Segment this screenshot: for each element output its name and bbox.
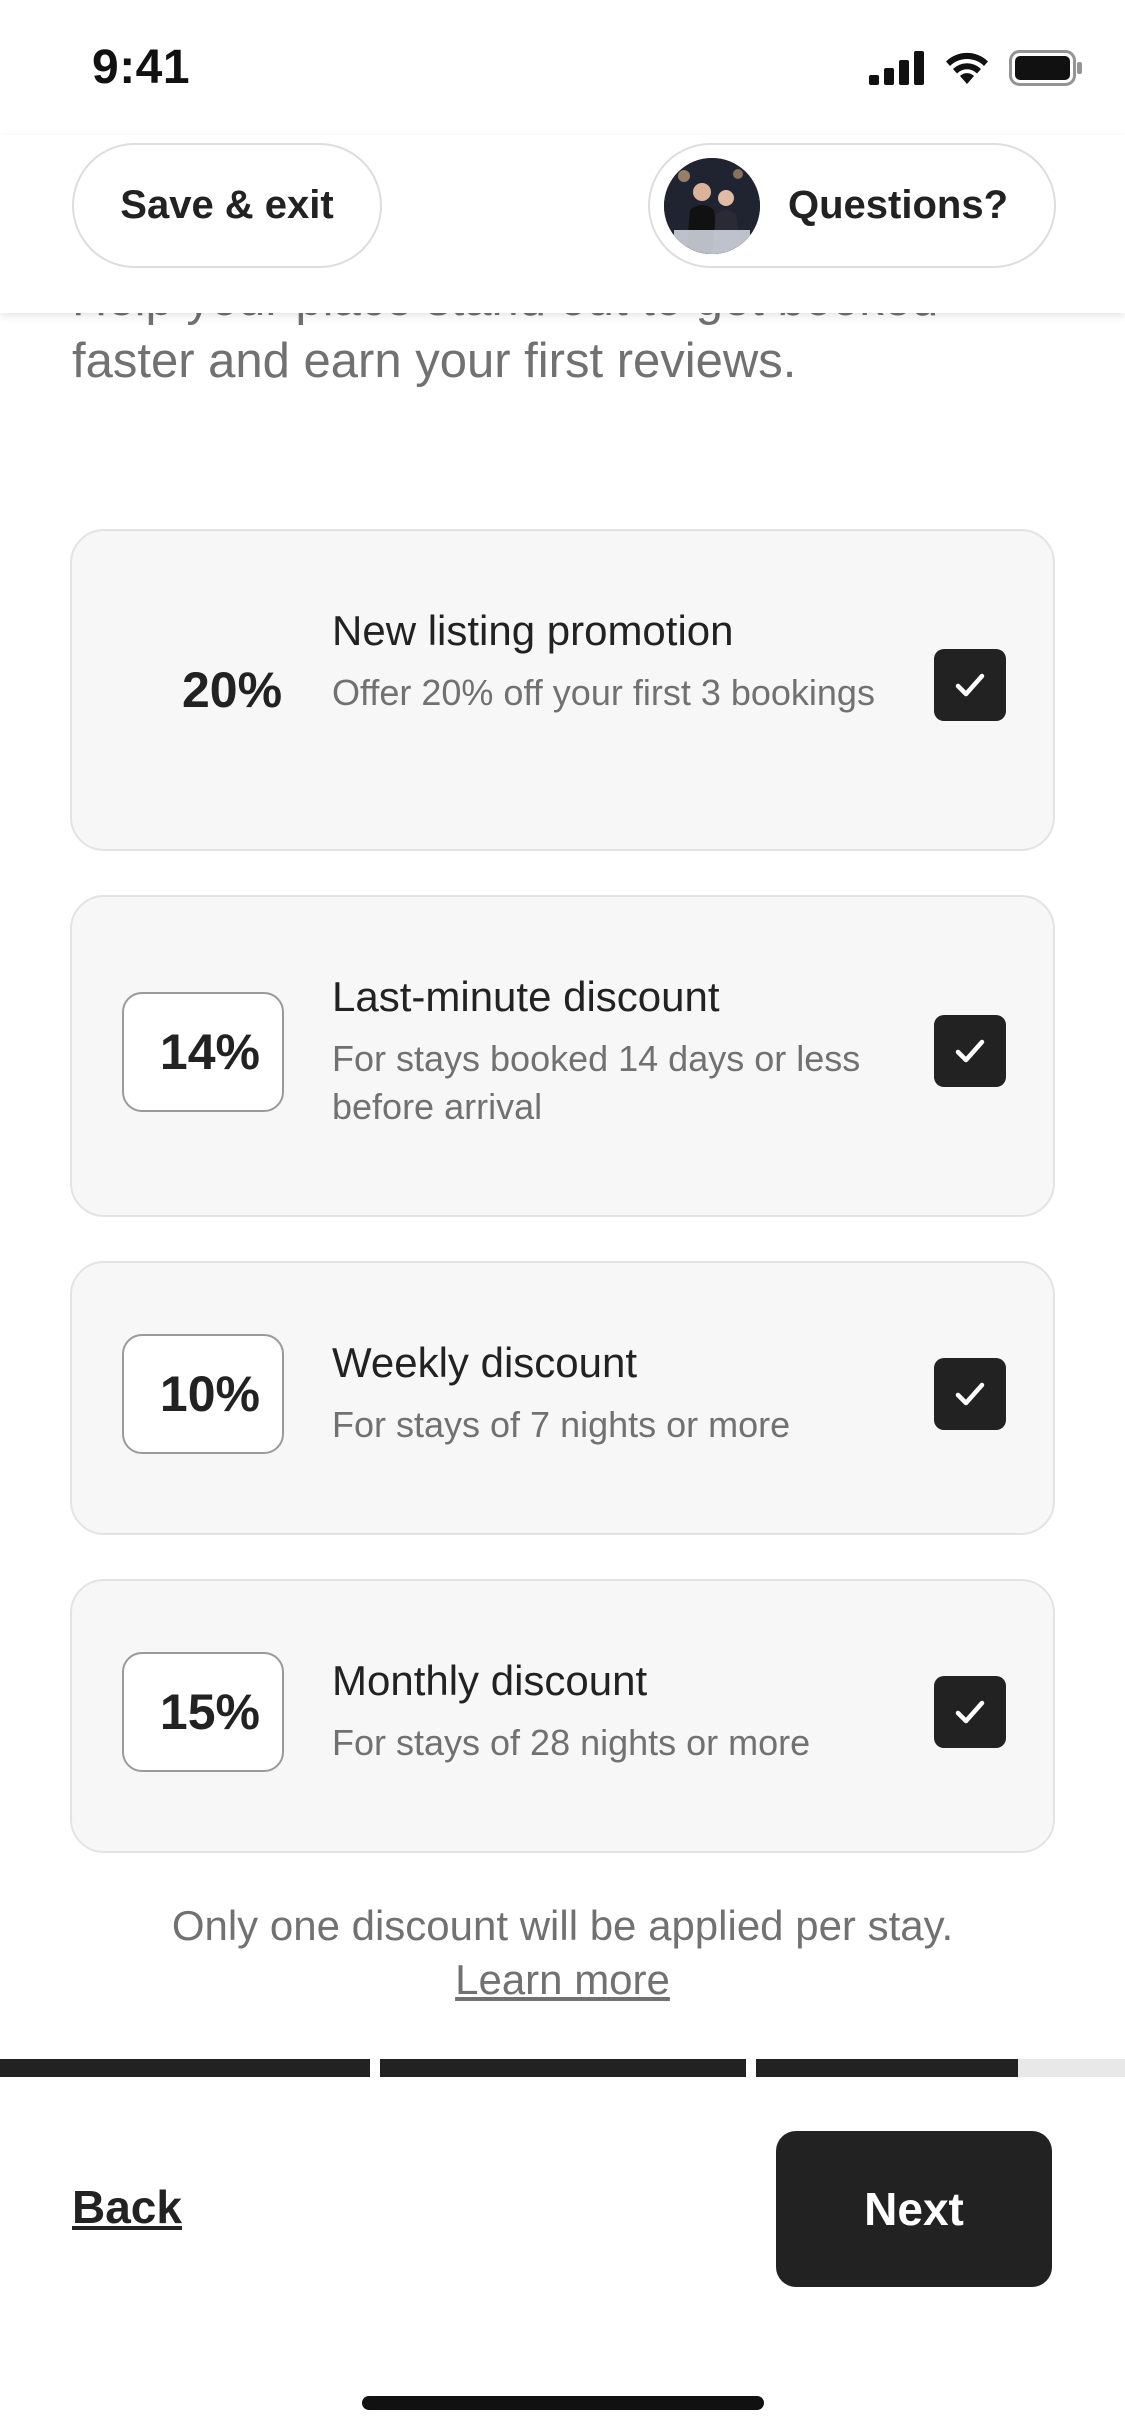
- next-button[interactable]: Next: [776, 2131, 1052, 2287]
- home-indicator: [362, 2396, 764, 2410]
- discount-card-last-minute: 14% Last-minute discount For stays booke…: [70, 895, 1055, 1217]
- discount-note: Only one discount will be applied per st…: [171, 1902, 954, 1949]
- discount-card-monthly: 15% Monthly discount For stays of 28 nig…: [70, 1579, 1055, 1853]
- progress-fill: [0, 2059, 370, 2077]
- discount-checkbox[interactable]: [934, 649, 1006, 721]
- status-bar: 9:41: [0, 0, 1125, 135]
- top-header: Save & exit Questions?: [0, 135, 1125, 313]
- checkmark-icon: [955, 673, 985, 697]
- discount-title: Weekly discount: [332, 1339, 638, 1386]
- page: 9:41 Help your place stand out to get bo…: [0, 0, 1125, 2436]
- discount-description: Offer 20% off your first 3 bookings: [332, 672, 875, 713]
- questions-button[interactable]: Questions?: [648, 143, 1056, 268]
- questions-label: Questions?: [788, 183, 1009, 227]
- progress-bar: [0, 2059, 1125, 2077]
- discount-title: Monthly discount: [332, 1657, 648, 1704]
- discount-title: Last-minute discount: [332, 973, 720, 1020]
- discount-card-new-listing: 20% New listing promotion Offer 20% off …: [70, 529, 1055, 851]
- host-photo-icon: [664, 157, 760, 254]
- checkmark-icon: [955, 1382, 985, 1406]
- discount-percent-input[interactable]: 15%: [122, 1652, 284, 1772]
- discount-percent-input[interactable]: 14%: [122, 992, 284, 1112]
- discount-percent: 20%: [181, 662, 283, 718]
- discount-description: For stays booked 14 days or less before …: [332, 1038, 861, 1127]
- discount-description: For stays of 7 nights or more: [332, 1404, 791, 1445]
- learn-more-row: Learn more: [0, 1956, 1125, 2004]
- discount-checkbox[interactable]: [934, 1015, 1006, 1087]
- discount-description: For stays of 28 nights or more: [332, 1722, 811, 1763]
- discount-checkbox[interactable]: [934, 1358, 1006, 1430]
- discount-title: New listing promotion: [332, 607, 734, 654]
- status-time: 9:41: [92, 41, 191, 94]
- progress-fill: [380, 2059, 746, 2077]
- intro-line: faster and earn your first reviews.: [72, 334, 797, 388]
- cellular-signal-icon: [869, 51, 924, 85]
- progress-segment-3: [756, 2059, 1125, 2077]
- battery-icon: [1009, 50, 1082, 86]
- progress-fill: [756, 2059, 1018, 2077]
- discount-card-weekly: 10% Weekly discount For stays of 7 night…: [70, 1261, 1055, 1535]
- checkmark-icon: [955, 1700, 985, 1724]
- checkmark-icon: [955, 1039, 985, 1063]
- progress-segment-2: [380, 2059, 746, 2077]
- learn-more-link[interactable]: Learn more: [455, 1956, 670, 2003]
- status-icons: [869, 50, 1083, 86]
- discount-checkbox[interactable]: [934, 1676, 1006, 1748]
- back-button[interactable]: Back: [72, 2180, 182, 2234]
- progress-segment-1: [0, 2059, 370, 2077]
- avatar: [664, 157, 760, 254]
- save-exit-button[interactable]: Save & exit: [72, 143, 382, 268]
- wifi-icon: [946, 52, 988, 84]
- discount-percent-input[interactable]: 10%: [122, 1334, 284, 1454]
